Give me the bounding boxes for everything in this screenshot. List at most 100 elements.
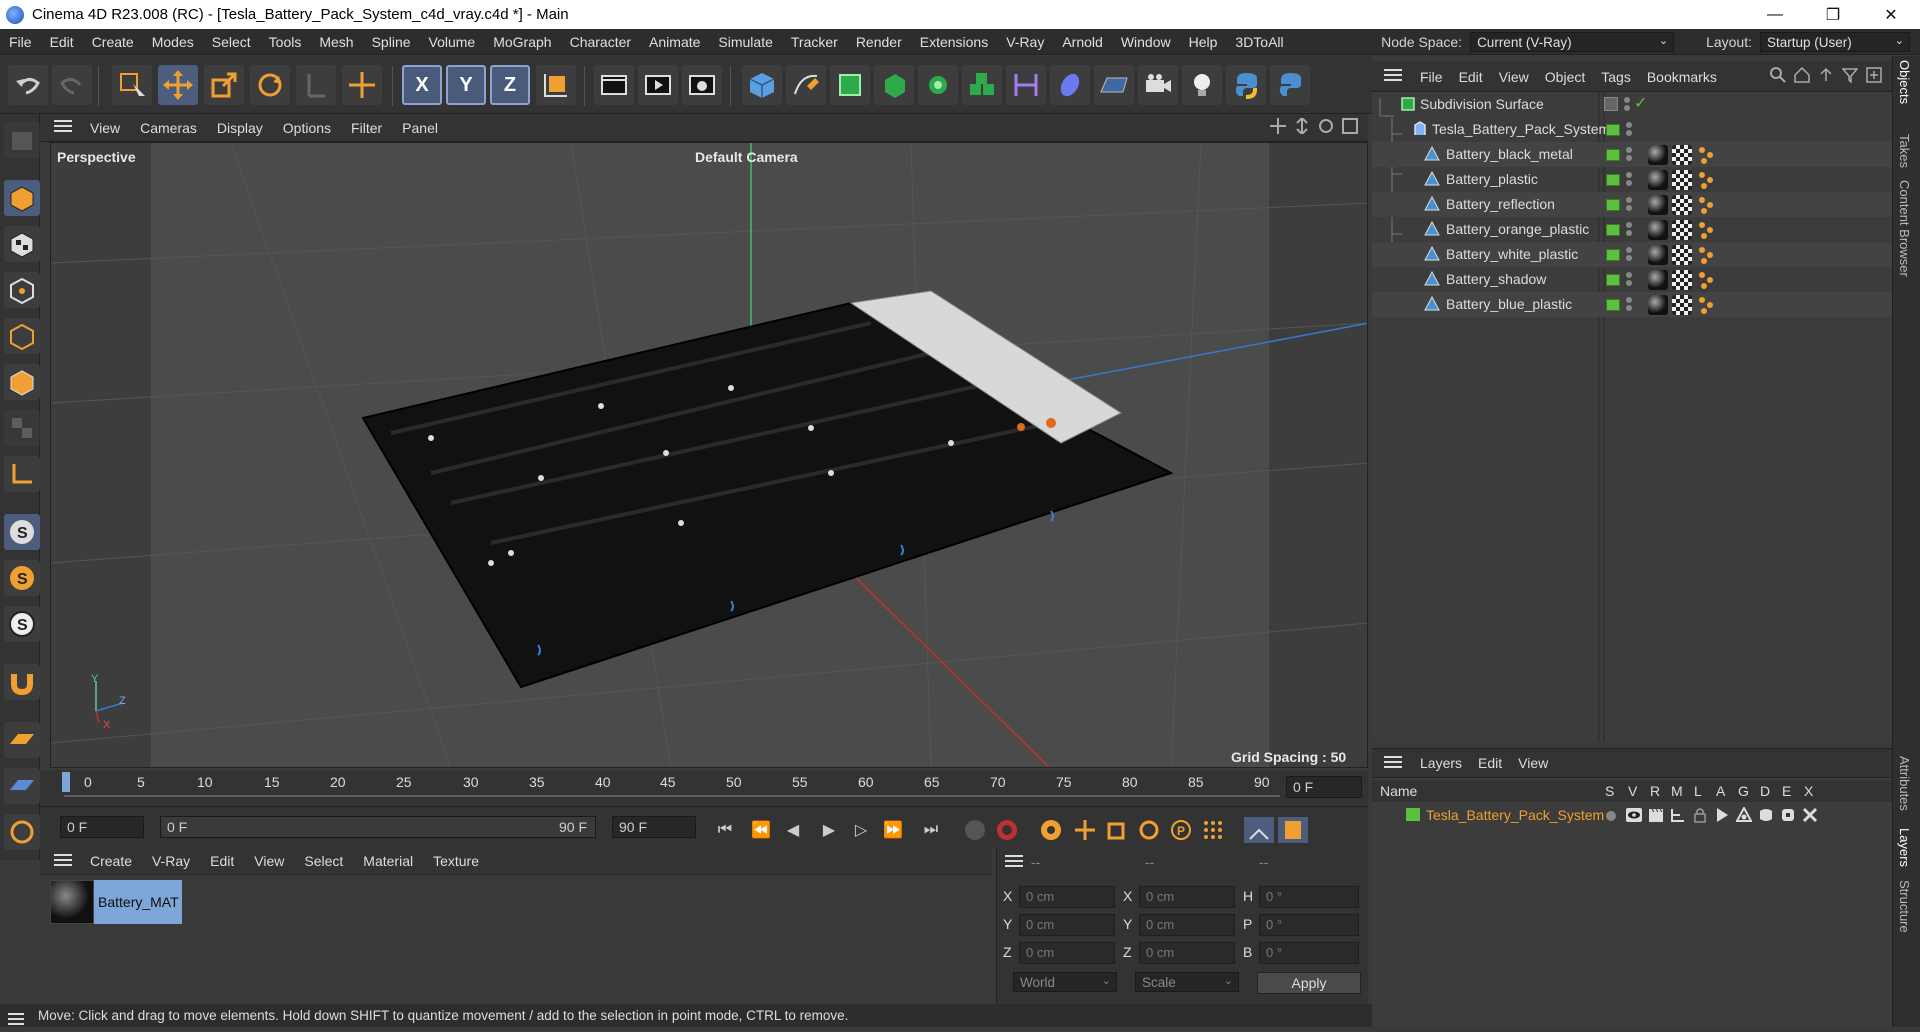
size-x-field[interactable]: 0 cm (1139, 886, 1235, 908)
size-z-field[interactable]: 0 cm (1139, 942, 1235, 964)
column-animation[interactable]: A (1716, 783, 1725, 799)
key-rotation-icon[interactable] (1134, 817, 1164, 843)
menu-character[interactable]: Character (561, 34, 640, 50)
render-clapper-icon[interactable] (1648, 807, 1664, 826)
key-point-level-icon[interactable] (1198, 817, 1228, 843)
restore-button[interactable]: ❐ (1804, 0, 1862, 29)
layer-row[interactable]: Tesla_Battery_Pack_System (1372, 804, 1892, 826)
texture-tag-icon[interactable] (1672, 195, 1692, 215)
menu-3dtoall[interactable]: 3DToAll (1226, 34, 1292, 50)
layer-color-swatch[interactable] (1606, 224, 1620, 236)
3d-viewport[interactable]: Perspective Default Camera Grid Spacing … (50, 142, 1368, 768)
current-frame-field[interactable]: 0 F (1286, 776, 1362, 798)
column-generators[interactable]: G (1738, 783, 1749, 799)
vray-tag-icon[interactable] (1696, 220, 1716, 240)
render-picture-viewer-icon[interactable] (638, 65, 678, 105)
autokey-icon[interactable] (992, 817, 1022, 843)
key-parameter-icon[interactable]: P (1166, 817, 1196, 843)
material-tag-icon[interactable] (1648, 270, 1668, 290)
redo-icon[interactable] (52, 65, 92, 105)
layer-menu-edit[interactable]: Edit (1470, 755, 1510, 771)
material-menu-select[interactable]: Select (294, 853, 353, 869)
menu-render[interactable]: Render (847, 34, 911, 50)
column-solo[interactable]: S (1605, 783, 1614, 799)
column-deformers[interactable]: D (1760, 783, 1770, 799)
render-visibility-dots[interactable] (1624, 97, 1630, 113)
pos-y-field[interactable]: 0 cm (1019, 914, 1115, 936)
material-tag-icon[interactable] (1648, 145, 1668, 165)
visibility-dots[interactable] (1626, 172, 1632, 188)
go-to-start-icon[interactable]: ⏮ (710, 817, 740, 843)
camera-icon[interactable] (1138, 65, 1178, 105)
vray-tag-icon[interactable] (1696, 295, 1716, 315)
menu-mesh[interactable]: Mesh (310, 34, 362, 50)
make-editable-icon[interactable] (4, 122, 40, 158)
motion-clip-icon[interactable] (1244, 817, 1274, 843)
layer-color-swatch[interactable] (1606, 124, 1620, 136)
lock-icon[interactable] (1692, 807, 1708, 826)
vray-tag-icon[interactable] (1696, 245, 1716, 265)
x-axis-lock-button[interactable]: X (402, 65, 442, 105)
layout-dropdown[interactable]: Startup (User) ⌄ (1760, 31, 1910, 52)
pos-z-field[interactable]: 0 cm (1019, 942, 1115, 964)
point-mode-icon[interactable] (4, 272, 40, 308)
apply-button[interactable]: Apply (1257, 972, 1361, 994)
move-tool-icon[interactable] (158, 65, 198, 105)
search-icon[interactable] (1770, 67, 1786, 86)
deformer-icon[interactable] (1758, 807, 1774, 826)
edge-mode-icon[interactable] (4, 318, 40, 354)
viewport-menu-filter[interactable]: Filter (341, 120, 392, 136)
enabled-check-icon[interactable]: ✓ (1634, 93, 1647, 113)
filter-icon[interactable] (1841, 67, 1859, 86)
previous-key-icon[interactable]: ⏪ (746, 817, 776, 843)
menu-volume[interactable]: Volume (420, 34, 485, 50)
previous-frame-icon[interactable]: ◀ (778, 817, 808, 843)
material-tag-icon[interactable] (1648, 295, 1668, 315)
timeline-window-icon[interactable] (1278, 817, 1308, 843)
menu-tracker[interactable]: Tracker (782, 34, 847, 50)
texture-tag-icon[interactable] (1672, 145, 1692, 165)
python-script-icon[interactable] (1270, 65, 1310, 105)
texture-tag-icon[interactable] (1672, 170, 1692, 190)
vray-tag-icon[interactable] (1696, 270, 1716, 290)
tab-layers[interactable]: Layers (1897, 828, 1912, 867)
live-selection-icon[interactable] (112, 65, 152, 105)
visibility-dots[interactable] (1626, 197, 1632, 213)
object-row[interactable]: Battery_orange_plastic (1372, 217, 1892, 242)
coordinate-system-icon[interactable] (536, 65, 576, 105)
column-expressions[interactable]: E (1782, 783, 1791, 799)
field-icon[interactable] (1050, 65, 1090, 105)
viewport-menu-cameras[interactable]: Cameras (130, 120, 207, 136)
workplane-icon[interactable] (4, 722, 40, 758)
material-menu-texture[interactable]: Texture (423, 853, 489, 869)
om-menu-edit[interactable]: Edit (1451, 69, 1491, 85)
layer-color-swatch[interactable] (1406, 808, 1420, 821)
material-menu-create[interactable]: Create (80, 853, 142, 869)
close-button[interactable]: ✕ (1862, 0, 1920, 29)
layer-color-swatch[interactable] (1606, 274, 1620, 286)
new-window-icon[interactable] (1866, 67, 1882, 86)
coordinate-mode-dropdown[interactable]: World ⌄ (1013, 972, 1117, 992)
z-axis-lock-button[interactable]: Z (490, 65, 530, 105)
layer-color-swatch[interactable] (1606, 299, 1620, 311)
frame-range-slider[interactable]: 0 F 90 F (160, 816, 596, 838)
hamburger-icon[interactable] (1384, 755, 1402, 772)
pos-x-field[interactable]: 0 cm (1019, 886, 1115, 908)
render-settings-icon[interactable] (682, 65, 722, 105)
visibility-dots[interactable] (1626, 247, 1632, 263)
viewport-menu-view[interactable]: View (80, 120, 130, 136)
column-view[interactable]: V (1628, 783, 1637, 799)
extrude-generator-icon[interactable] (874, 65, 914, 105)
viewport-menu-display[interactable]: Display (207, 120, 273, 136)
om-menu-view[interactable]: View (1491, 69, 1537, 85)
object-row[interactable]: Battery_shadow (1372, 267, 1892, 292)
menu-tools[interactable]: Tools (260, 34, 311, 50)
key-position-icon[interactable] (1070, 817, 1100, 843)
object-row[interactable]: Tesla_Battery_Pack_System (1372, 117, 1892, 142)
cloner-icon[interactable] (918, 65, 958, 105)
layer-color-swatch[interactable] (1606, 199, 1620, 211)
scale-tool-icon[interactable] (204, 65, 244, 105)
recent-tool-icon[interactable] (296, 65, 336, 105)
rot-p-field[interactable]: 0 ° (1259, 914, 1359, 936)
go-to-end-icon[interactable]: ⏭ (916, 817, 946, 843)
